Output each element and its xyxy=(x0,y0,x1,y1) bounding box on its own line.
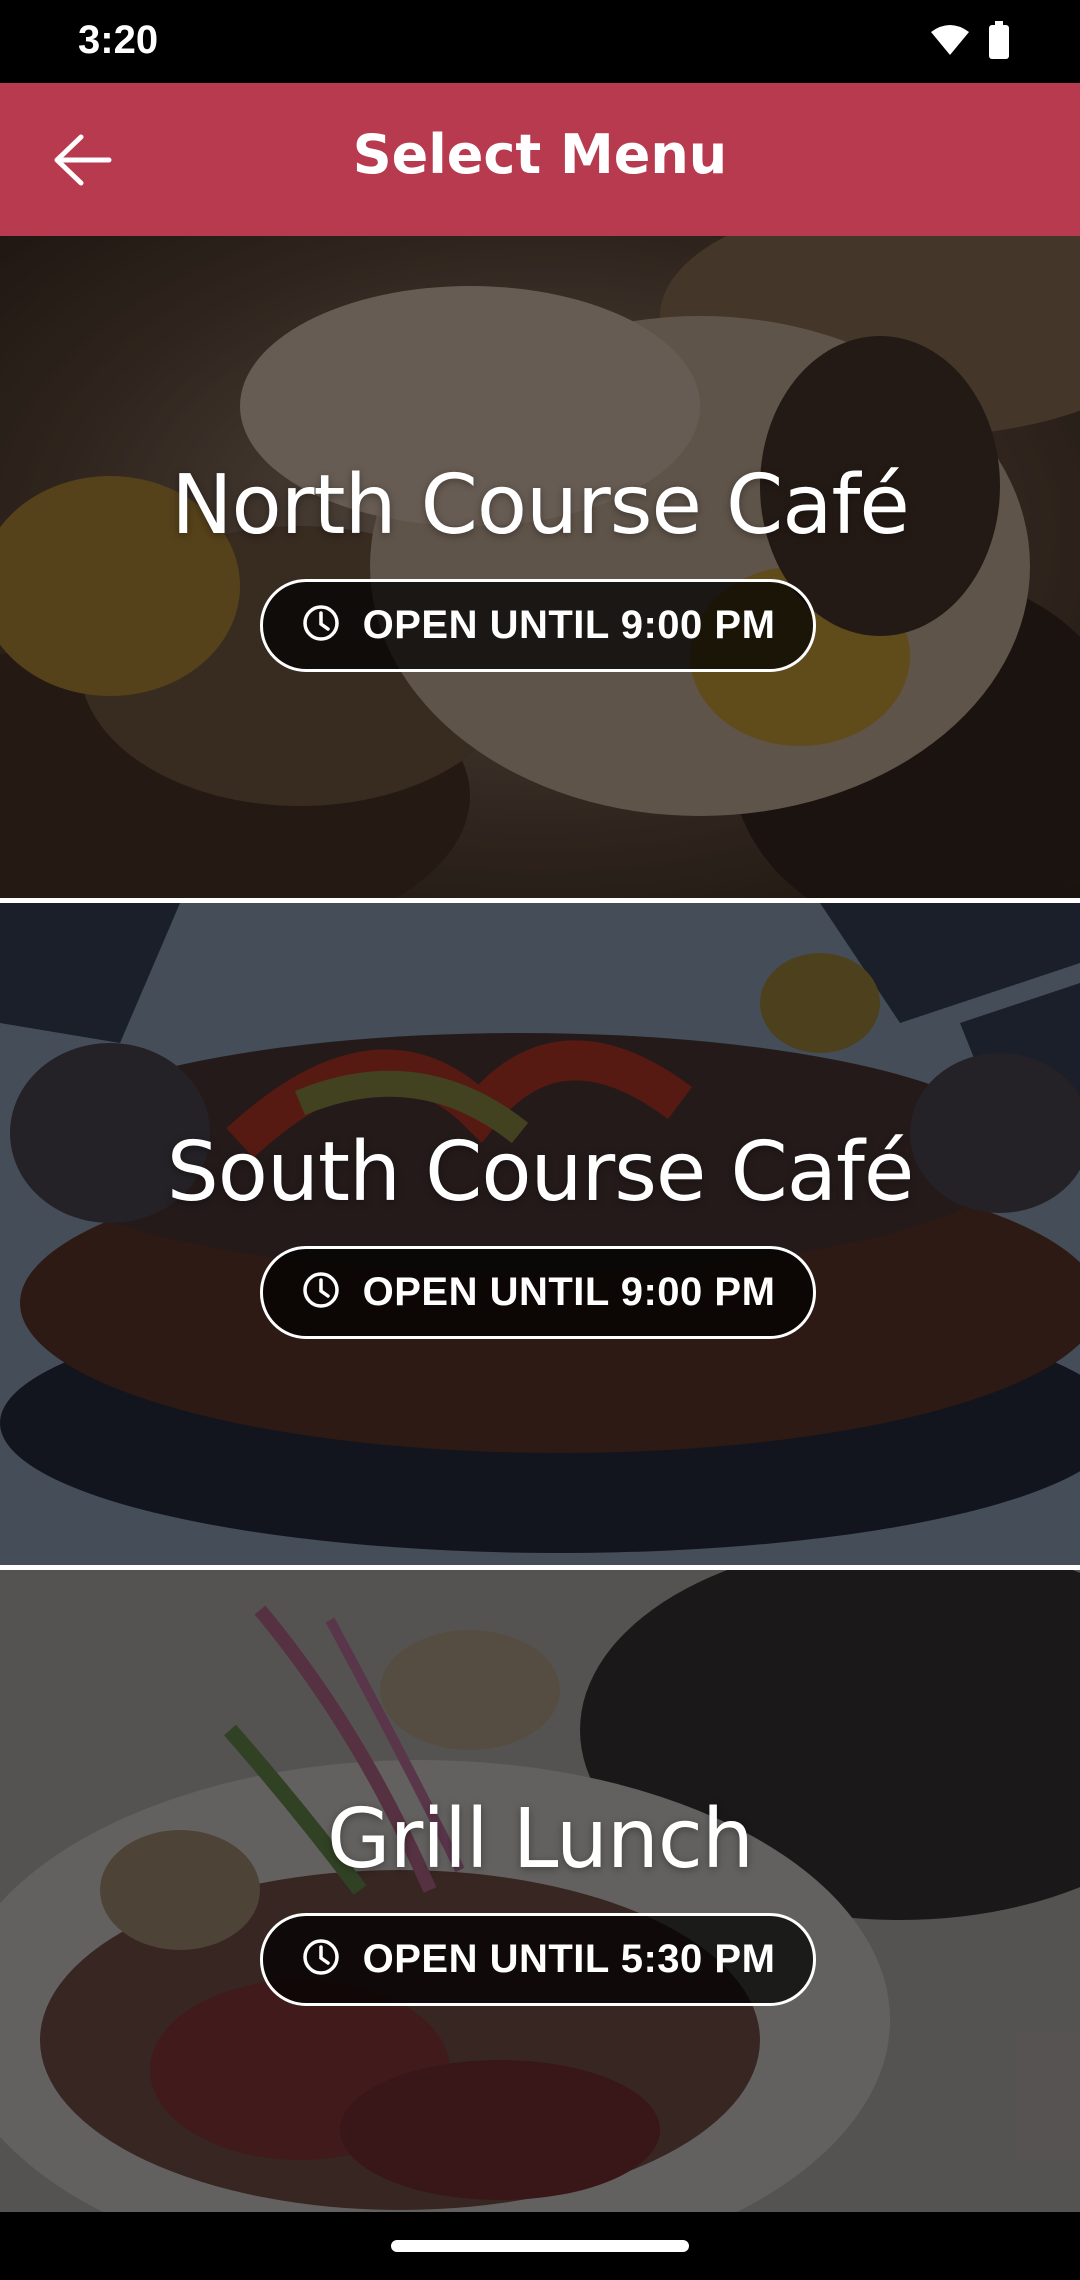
hours-badge: OPEN UNTIL 9:00 PM xyxy=(260,579,816,672)
menu-list: North Course Café OPEN UNTIL 9:00 PM Sou… xyxy=(0,236,1080,2212)
menu-card-south-course-cafe[interactable]: South Course Café OPEN UNTIL 9:00 PM xyxy=(0,903,1080,1565)
menu-card-overlay xyxy=(0,1570,1080,2212)
hours-text: OPEN UNTIL 5:30 PM xyxy=(362,1937,776,1981)
clock-icon xyxy=(301,1937,341,1982)
menu-card-north-course-cafe[interactable]: North Course Café OPEN UNTIL 9:00 PM xyxy=(0,236,1080,898)
app-bar: Select Menu xyxy=(0,83,1080,236)
menu-name: South Course Café xyxy=(166,1125,915,1220)
clock-icon xyxy=(301,603,341,648)
page-title: Select Menu xyxy=(352,123,728,186)
menu-name: North Course Café xyxy=(171,458,910,553)
menu-card-overlay xyxy=(0,903,1080,1565)
hours-badge: OPEN UNTIL 5:30 PM xyxy=(260,1913,816,2006)
menu-card-grill-lunch[interactable]: Grill Lunch OPEN UNTIL 5:30 PM xyxy=(0,1570,1080,2212)
menu-card-overlay xyxy=(0,236,1080,898)
clock-icon xyxy=(301,1270,341,1315)
battery-icon xyxy=(988,20,1010,64)
navigation-bar xyxy=(0,2212,1080,2280)
hours-text: OPEN UNTIL 9:00 PM xyxy=(362,603,776,647)
hours-badge: OPEN UNTIL 9:00 PM xyxy=(260,1246,816,1339)
wifi-icon xyxy=(930,24,970,61)
home-indicator[interactable] xyxy=(391,2240,689,2252)
status-icons xyxy=(930,20,1010,64)
status-time: 3:20 xyxy=(78,18,159,62)
menu-name: Grill Lunch xyxy=(327,1792,754,1887)
hours-text: OPEN UNTIL 9:00 PM xyxy=(362,1270,776,1314)
status-bar: 3:20 xyxy=(0,0,1080,83)
